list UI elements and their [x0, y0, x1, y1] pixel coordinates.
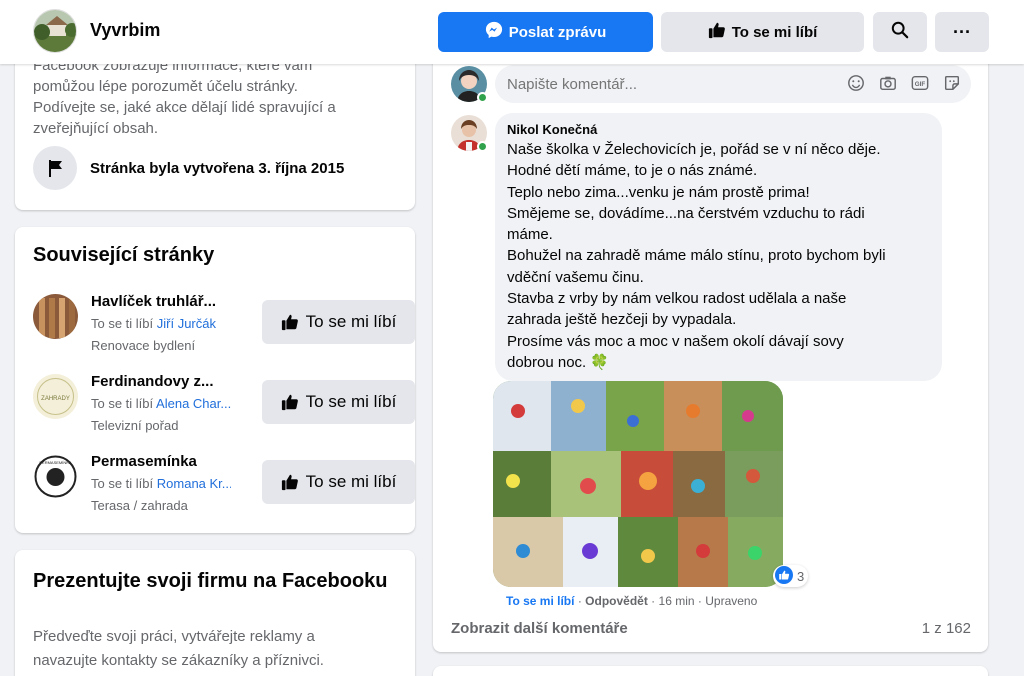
page-like-button[interactable]: To se mi líbí — [661, 12, 864, 52]
like-reaction-icon — [775, 565, 793, 587]
comment-text-line: vděční vašemu činu. — [507, 268, 644, 286]
liked-by-prefix: To se ti líbí — [91, 316, 154, 331]
comment-text-line: Teplo nebo zima...venku je nám prostě pr… — [507, 183, 810, 201]
promo-title: Prezentujte svoji firmu na Facebooku — [33, 570, 388, 592]
comment-text-line: Smějeme se, dovádíme...na čerstvém vzduc… — [507, 204, 865, 222]
about-text: Facebook zobrazuje informace, které vám … — [33, 55, 393, 139]
comment-like-button[interactable]: To se mi líbí — [506, 594, 574, 608]
promo-line: navazujte kontakty se zákazníky a přízni… — [33, 652, 324, 669]
related-pages-title: Související stránky — [33, 244, 215, 266]
about-line: pomůžou lépe porozumět účelu stránky. — [33, 78, 298, 95]
about-card: Facebook zobrazuje informace, které vám … — [15, 40, 415, 210]
comment-author[interactable]: Nikol Konečná — [507, 122, 930, 137]
related-page-item: Havlíček truhlář... To se ti líbí Jiří J… — [33, 290, 415, 360]
about-line: Podívejte se, jaké akce dělají lidé spra… — [33, 99, 336, 116]
thumbs-up-icon — [281, 474, 298, 491]
send-message-label: Poslat zprávu — [508, 23, 607, 41]
thumbs-up-icon — [281, 394, 298, 411]
reaction-summary[interactable]: 3 — [773, 565, 809, 587]
comment-count: 1 z 162 — [921, 620, 971, 637]
comment-actions: To se mi líbí · Odpovědět · 16 min · Upr… — [506, 594, 757, 608]
related-page-thumbnail[interactable] — [33, 294, 78, 339]
separator: · — [651, 594, 656, 608]
page-created-text: Stránka byla vytvořena 3. října 2015 — [90, 159, 345, 177]
next-post-card — [433, 666, 988, 676]
related-pages-card: Související stránky Havlíček truhlář... … — [15, 227, 415, 533]
related-page-liked-by: To se ti líbí Jiří Jurčák — [91, 316, 216, 331]
online-status-indicator — [477, 141, 488, 152]
thumbs-up-icon — [708, 21, 726, 43]
related-like-button[interactable]: To se mi líbí — [262, 460, 415, 504]
more-icon: ··· — [953, 21, 971, 42]
related-like-button[interactable]: To se mi líbí — [262, 300, 415, 344]
related-like-label: To se mi líbí — [305, 392, 397, 411]
thumbs-up-icon — [281, 314, 298, 331]
search-icon — [891, 21, 909, 43]
online-status-indicator — [477, 92, 488, 103]
post-card: GIF Nikol Konečná Naše školka v Želechov… — [433, 40, 988, 652]
related-like-label: To se mi líbí — [305, 312, 397, 331]
svg-text:GIF: GIF — [915, 81, 926, 88]
gif-icon[interactable]: GIF — [910, 73, 930, 93]
comment-text-line: dobrou noc. 🍀 — [507, 353, 610, 371]
send-message-button[interactable]: Poslat zprávu — [438, 12, 653, 52]
sticker-icon[interactable] — [942, 73, 962, 93]
about-line: zveřejňující obsah. — [33, 120, 159, 137]
related-page-liked-by: To se ti líbí Romana Kr... — [91, 476, 231, 491]
page-name[interactable]: Vyvrbim — [90, 20, 160, 41]
page-header: Vyvrbim Poslat zprávu To se mi líbí ··· — [0, 0, 1024, 64]
comment-bubble: Nikol Konečná Naše školka v Želechovicíc… — [495, 113, 942, 381]
comment-text-line: zahrada ještě hezčeji by vypadala. — [507, 311, 737, 329]
comment-edited-label: Upraveno — [705, 594, 758, 608]
comment-text-line: máme. — [507, 226, 553, 244]
friend-link[interactable]: Romana Kr... — [157, 476, 231, 491]
promo-card: Prezentujte svoji firmu na Facebooku Pře… — [15, 550, 415, 676]
related-page-thumbnail[interactable]: PERMASEMÍNKA — [33, 454, 78, 499]
search-button[interactable] — [873, 12, 927, 52]
separator: · — [577, 594, 582, 608]
page-created-row: Stránka byla vytvořena 3. října 2015 — [33, 146, 344, 190]
related-page-category: Renovace bydlení — [91, 338, 196, 353]
related-page-thumbnail[interactable]: ZAHRADY — [33, 374, 78, 419]
comment-text-line: Stavba z vrby by nám velkou radost uděla… — [507, 290, 847, 308]
related-page-name[interactable]: Permasemínka — [91, 453, 231, 470]
camera-icon[interactable] — [878, 73, 898, 93]
friend-link[interactable]: Alena Char... — [156, 396, 231, 411]
page-like-label: To se mi líbí — [731, 23, 818, 41]
thumbnail-text: PERMASEMÍNKA — [39, 460, 72, 465]
related-like-label: To se mi líbí — [305, 472, 397, 491]
promo-text: Předveďte svoji práci, vytvářejte reklam… — [33, 625, 393, 673]
related-page-category: Terasa / zahrada — [91, 498, 188, 513]
comment-text-line: Hodné dětí máme, to je o nás známé. — [507, 162, 758, 180]
comment-timestamp[interactable]: 16 min — [659, 594, 695, 608]
comment-photo-collage[interactable] — [493, 381, 783, 587]
separator: · — [697, 594, 702, 608]
messenger-icon — [485, 21, 503, 43]
reaction-count: 3 — [797, 568, 805, 584]
liked-by-prefix: To se ti líbí — [91, 476, 154, 491]
more-options-button[interactable]: ··· — [935, 12, 989, 52]
flag-icon — [33, 146, 77, 190]
related-page-item: PERMASEMÍNKA Permasemínka To se ti líbí … — [33, 450, 415, 520]
related-page-name[interactable]: Havlíček truhlář... — [91, 293, 231, 310]
liked-by-prefix: To se ti líbí — [91, 396, 154, 411]
related-page-category: Televizní pořad — [91, 418, 179, 433]
view-more-comments-link[interactable]: Zobrazit další komentáře — [451, 620, 628, 637]
comment-text-line: Naše školka v Želechovicích je, pořád se… — [507, 141, 881, 158]
comment-text-line: Bohužel na zahradě máme málo stínu, prot… — [507, 247, 886, 265]
comment-text-line: Prosíme vás moc a moc v našem okolí dáva… — [507, 332, 844, 350]
page-avatar[interactable] — [33, 9, 77, 53]
comment-input-tools: GIF — [846, 73, 962, 93]
related-like-button[interactable]: To se mi líbí — [262, 380, 415, 424]
emoji-icon[interactable] — [846, 73, 866, 93]
related-page-liked-by: To se ti líbí Alena Char... — [91, 396, 231, 411]
promo-line: Předveďte svoji práci, vytvářejte reklam… — [33, 628, 315, 645]
comment-reply-button[interactable]: Odpovědět — [585, 594, 648, 608]
friend-link[interactable]: Jiří Jurčák — [157, 316, 216, 331]
thumbnail-text: ZAHRADY — [41, 396, 70, 402]
related-page-name[interactable]: Ferdinandovy z... — [91, 373, 231, 390]
related-page-item: ZAHRADY Ferdinandovy z... To se ti líbí … — [33, 370, 415, 440]
